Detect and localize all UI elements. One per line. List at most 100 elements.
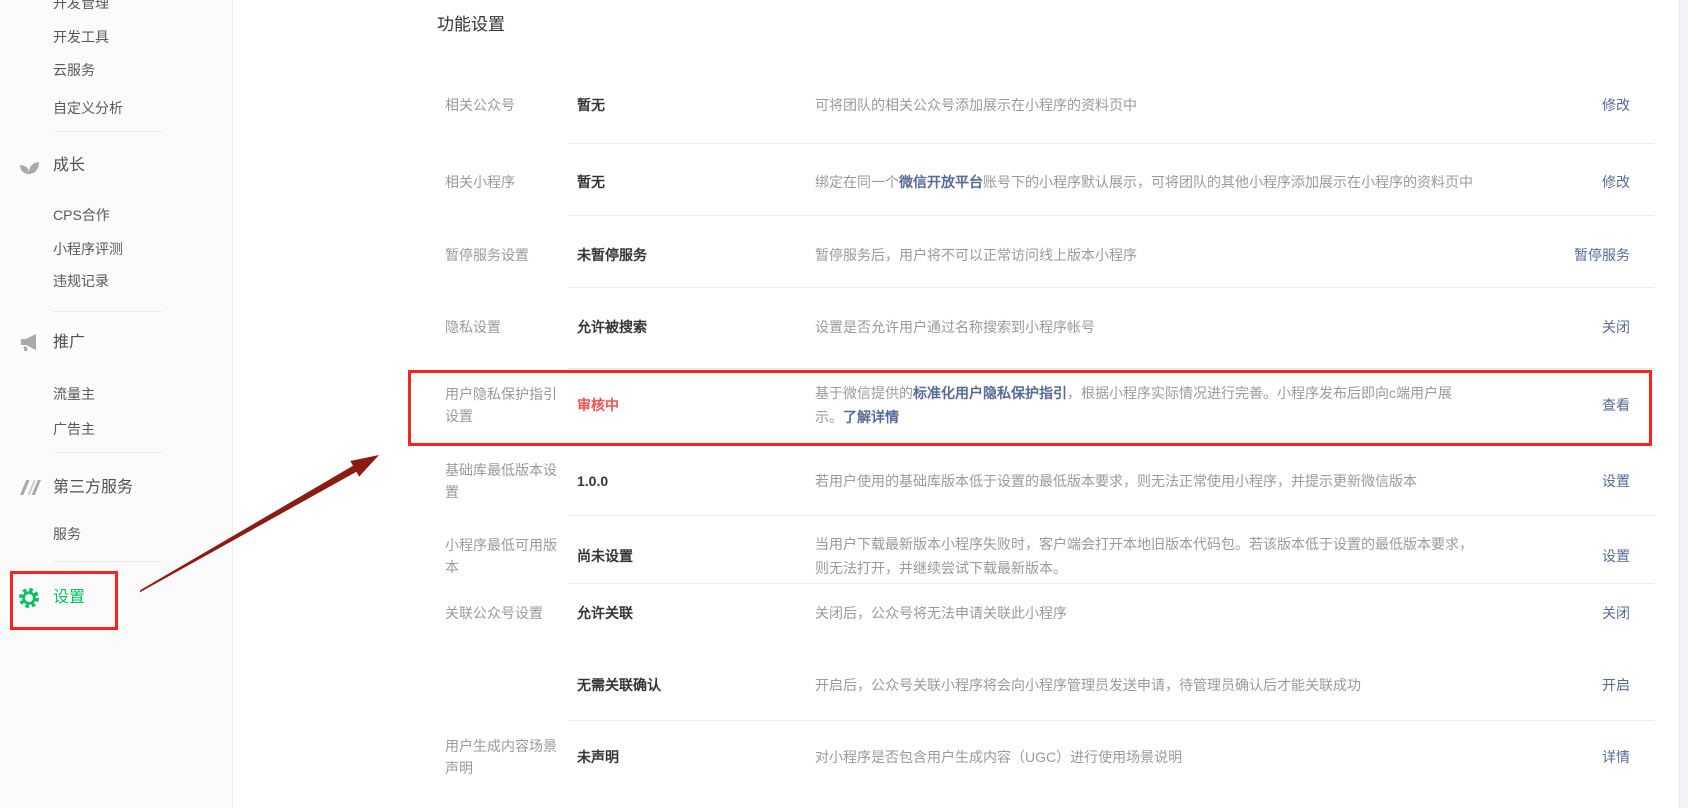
row-description: 开启后，公众号关联小程序将会向小程序管理员发送申请，待管理员确认后才能关联成功 <box>815 673 1473 697</box>
privacy-setting-action-link[interactable]: 关闭 <box>1602 317 1630 337</box>
row-value: 尚未设置 <box>577 546 803 566</box>
sidebar-item-traffic-owner[interactable]: 流量主 <box>53 383 95 405</box>
row-value: 允许关联 <box>577 603 803 623</box>
description-text: 账号下的小程序默认展示，可将团队的其他小程序添加展示在小程序的资料页中 <box>983 174 1473 190</box>
row-description: 可将团队的相关公众号添加展示在小程序的资料页中 <box>815 93 1473 117</box>
row-value: 未声明 <box>577 747 803 767</box>
sidebar-item-promotion[interactable]: 推广 <box>53 330 85 356</box>
privacy-guide-action-link[interactable]: 查看 <box>1602 395 1630 415</box>
sidebar-item-label: CPS合作 <box>53 207 110 223</box>
description-text: 可将团队的相关公众号添加展示在小程序的资料页中 <box>815 97 1137 113</box>
sidebar-item-custom-analysis[interactable]: 自定义分析 <box>53 97 123 119</box>
sidebar-item-label: 推广 <box>53 334 85 351</box>
min-lib-version-action-link[interactable]: 设置 <box>1602 471 1630 491</box>
row-separator <box>568 143 1655 144</box>
row-description: 设置是否允许用户通过名称搜索到小程序帐号 <box>815 315 1473 339</box>
inline-link[interactable]: 了解详情 <box>843 409 899 425</box>
description-text: 暂停服务后，用户将不可以正常访问线上版本小程序 <box>815 247 1137 263</box>
description-text: 开启后，公众号关联小程序将会向小程序管理员发送申请，待管理员确认后才能关联成功 <box>815 677 1361 693</box>
sidebar-item-growth[interactable]: 成长 <box>53 153 85 179</box>
table-row-linked-official-account: 关联公众号设置允许关联关闭后，公众号将无法申请关联此小程序 关闭 <box>445 578 1655 648</box>
row-value-status: 审核中 <box>577 395 803 415</box>
description-text: 若用户使用的基础库版本低于设置的最低版本要求，则无法正常使用小程序，并提示更新微… <box>815 473 1417 489</box>
sidebar-item-label: 云服务 <box>53 62 95 78</box>
table-row-ugc-declaration: 用户生成内容场景声明未声明对小程序是否包含用户生成内容（UGC）进行使用场景说明… <box>445 722 1655 792</box>
sidebar-item-third-party-services[interactable]: 第三方服务 <box>53 475 133 501</box>
sidebar-divider <box>53 452 162 453</box>
sidebar-item-label: 自定义分析 <box>53 100 123 116</box>
third-party-icon <box>17 476 41 500</box>
row-label: 相关公众号 <box>445 94 567 116</box>
sidebar-item-violation-records[interactable]: 违规记录 <box>53 270 109 292</box>
related-miniprogram-action-link[interactable]: 修改 <box>1602 172 1630 192</box>
sidebar-item-label: 设置 <box>53 589 85 606</box>
suspend-service-action-link[interactable]: 暂停服务 <box>1574 245 1630 265</box>
row-value: 无需关联确认 <box>577 675 803 695</box>
row-description: 绑定在同一个微信开放平台账号下的小程序默认展示，可将团队的其他小程序添加展示在小… <box>815 170 1473 194</box>
gear-icon <box>17 586 41 610</box>
table-row-suspend-service: 暂停服务设置未暂停服务暂停服务后，用户将不可以正常访问线上版本小程序 暂停服务 <box>445 220 1655 290</box>
table-row-privacy-setting: 隐私设置允许被搜索设置是否允许用户通过名称搜索到小程序帐号 关闭 <box>445 292 1655 362</box>
row-value: 未暂停服务 <box>577 245 803 265</box>
row-value: 暂无 <box>577 95 803 115</box>
sidebar-divider <box>53 311 162 312</box>
row-description: 关闭后，公众号将无法申请关联此小程序 <box>815 601 1473 625</box>
ugc-declaration-action-link[interactable]: 详情 <box>1602 747 1630 767</box>
page-title: 功能设置 <box>437 10 505 35</box>
sidebar-item-label: 违规记录 <box>53 273 109 289</box>
row-label: 暂停服务设置 <box>445 244 567 266</box>
row-value: 允许被搜索 <box>577 317 803 337</box>
sidebar-item-label: 第三方服务 <box>53 479 133 496</box>
sidebar-item-label: 小程序评测 <box>53 241 123 257</box>
related-official-account-action-link[interactable]: 修改 <box>1602 95 1630 115</box>
sidebar-item-service[interactable]: 服务 <box>53 523 81 545</box>
sidebar-item-label: 广告主 <box>53 421 95 437</box>
row-label: 用户隐私保护指引设置 <box>445 383 567 427</box>
megaphone-icon <box>17 331 41 355</box>
sprout-icon <box>17 154 41 178</box>
row-label: 小程序最低可用版本 <box>445 534 567 578</box>
sidebar-item-miniprogram-evaluation[interactable]: 小程序评测 <box>53 238 123 260</box>
page: 开发管理开发工具云服务自定义分析成长 CPS合作小程序评测违规记录推广流量主广告主… <box>0 0 1688 808</box>
sidebar-item-cloud-service[interactable]: 云服务 <box>53 59 95 81</box>
sidebar-divider <box>53 561 162 562</box>
page-gutter <box>1679 0 1688 808</box>
row-description: 暂停服务后，用户将不可以正常访问线上版本小程序 <box>815 243 1473 267</box>
row-label: 用户生成内容场景声明 <box>445 735 567 779</box>
row-description: 对小程序是否包含用户生成内容（UGC）进行使用场景说明 <box>815 745 1473 769</box>
table-row-min-lib-version: 基础库最低版本设置1.0.0若用户使用的基础库版本低于设置的最低版本要求，则无法… <box>445 446 1655 516</box>
row-label: 关联公众号设置 <box>445 602 567 624</box>
sidebar-item-label: 开发管理 <box>53 0 109 11</box>
table-row-related-miniprogram: 相关小程序暂无绑定在同一个微信开放平台账号下的小程序默认展示，可将团队的其他小程… <box>445 147 1655 217</box>
sidebar-item-label: 服务 <box>53 526 81 542</box>
row-separator <box>568 720 1655 721</box>
inline-link[interactable]: 标准化用户隐私保护指引 <box>913 385 1067 401</box>
table-row-related-official-account: 相关公众号暂无可将团队的相关公众号添加展示在小程序的资料页中 修改 <box>445 70 1655 140</box>
table-row-no-link-confirm: 无需关联确认开启后，公众号关联小程序将会向小程序管理员发送申请，待管理员确认后才… <box>445 650 1655 720</box>
sidebar-item-advertiser[interactable]: 广告主 <box>53 418 95 440</box>
sidebar-item-label: 成长 <box>53 157 85 174</box>
linked-official-account-action-link[interactable]: 关闭 <box>1602 603 1630 623</box>
inline-link[interactable]: 微信开放平台 <box>899 174 983 190</box>
description-text: 关闭后，公众号将无法申请关联此小程序 <box>815 605 1067 621</box>
sidebar-item-label: 开发工具 <box>53 29 109 45</box>
min-available-version-action-link[interactable]: 设置 <box>1602 546 1630 566</box>
row-description: 若用户使用的基础库版本低于设置的最低版本要求，则无法正常使用小程序，并提示更新微… <box>815 469 1473 493</box>
no-link-confirm-action-link[interactable]: 开启 <box>1602 675 1630 695</box>
table-row-privacy-guide: 用户隐私保护指引设置审核中基于微信提供的标准化用户隐私保护指引，根据小程序实际情… <box>445 367 1655 443</box>
row-description: 基于微信提供的标准化用户隐私保护指引，根据小程序实际情况进行完善。小程序发布后即… <box>815 381 1473 429</box>
description-text: 设置是否允许用户通过名称搜索到小程序帐号 <box>815 319 1095 335</box>
sidebar-divider <box>53 131 162 132</box>
row-value: 1.0.0 <box>577 473 803 489</box>
sidebar-item-dev-tools[interactable]: 开发工具 <box>53 26 109 48</box>
sidebar-item-cps-cooperation[interactable]: CPS合作 <box>53 204 110 226</box>
row-description: 当用户下载最新版本小程序失败时，客户端会打开本地旧版本代码包。若该版本低于设置的… <box>815 532 1473 580</box>
description-text: 当用户下载最新版本小程序失败时，客户端会打开本地旧版本代码包。若该版本低于设置的… <box>815 536 1473 576</box>
row-value: 暂无 <box>577 172 803 192</box>
sidebar-item-dev-management[interactable]: 开发管理 <box>53 0 109 14</box>
description-text: 绑定在同一个 <box>815 174 899 190</box>
row-label: 隐私设置 <box>445 316 567 338</box>
sidebar-item-settings[interactable]: 设置 <box>53 585 85 611</box>
description-text: 对小程序是否包含用户生成内容（UGC）进行使用场景说明 <box>815 749 1182 765</box>
sidebar-item-label: 流量主 <box>53 386 95 402</box>
